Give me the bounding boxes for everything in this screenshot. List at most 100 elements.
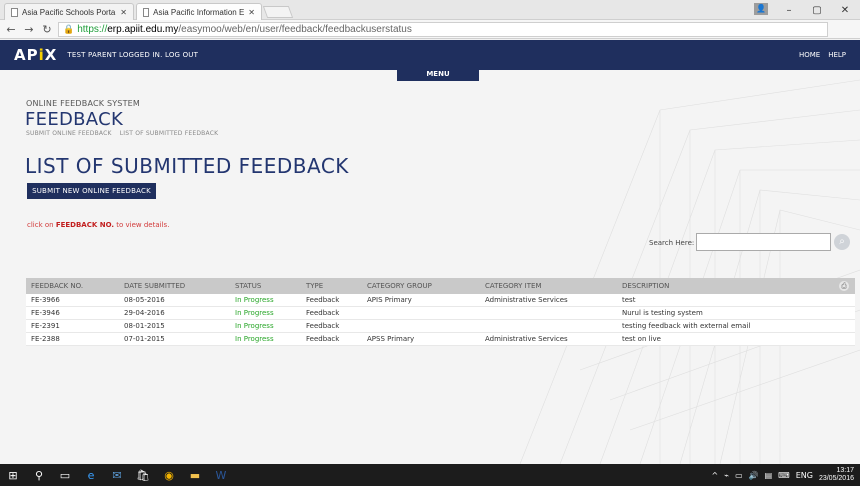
breadcrumb-submit-feedback[interactable]: SUBMIT ONLINE FEEDBACK: [26, 130, 112, 137]
word-icon[interactable]: W: [208, 464, 234, 486]
table-row[interactable]: FE-2391 08-01-2015 In Progress Feedback …: [26, 320, 855, 333]
date-cell: 29-04-2016: [124, 309, 165, 317]
type-cell: Feedback: [306, 309, 340, 317]
outlook-icon[interactable]: ✉: [104, 464, 130, 486]
col-category-item[interactable]: CATEGORY ITEM: [485, 282, 542, 290]
type-cell: Feedback: [306, 335, 340, 343]
status-cell: In Progress: [235, 322, 274, 330]
show-hidden-icons-icon[interactable]: ^: [712, 471, 719, 480]
browser-tab-strip: Asia Pacific Schools Porta ✕ Asia Pacifi…: [0, 0, 860, 20]
list-title: LIST OF SUBMITTED FEEDBACK: [25, 154, 349, 178]
windows-taskbar: ⊞ ⚲ ▭ e ✉ 🛍 ◉ ▬ W ^ ⌁ ▭ 🔊 ▤ ⌨ ENG 13:17 …: [0, 464, 860, 486]
chrome-icon[interactable]: ◉: [156, 464, 182, 486]
feedback-no-link[interactable]: FE-3946: [31, 309, 60, 317]
logout-link[interactable]: LOG OUT: [165, 51, 198, 59]
language-indicator[interactable]: ENG: [796, 471, 813, 480]
table-header: FEEDBACK NO. DATE SUBMITTED STATUS TYPE …: [26, 278, 855, 294]
main-content: ONLINE FEEDBACK SYSTEM FEEDBACK SUBMIT O…: [0, 70, 860, 464]
table-row[interactable]: FE-3946 29-04-2016 In Progress Feedback …: [26, 307, 855, 320]
date-cell: 08-01-2015: [124, 322, 165, 330]
col-status[interactable]: STATUS: [235, 282, 261, 290]
browser-tab-1[interactable]: Asia Pacific Schools Porta ✕: [4, 3, 134, 20]
url-field[interactable]: 🔒 https:// erp.apiit.edu.my /easymoo/web…: [58, 22, 828, 37]
table-row[interactable]: FE-3966 08-05-2016 In Progress Feedback …: [26, 294, 855, 307]
maximize-icon[interactable]: ▢: [806, 0, 828, 20]
help-link[interactable]: HELP: [828, 51, 846, 59]
date-cell: 07-01-2015: [124, 335, 165, 343]
system-label: ONLINE FEEDBACK SYSTEM: [26, 99, 141, 108]
type-cell: Feedback: [306, 296, 340, 304]
user-profile-icon[interactable]: 👤: [754, 3, 768, 15]
col-type[interactable]: TYPE: [306, 282, 323, 290]
browser-tab-2-label: Asia Pacific Information E: [153, 7, 245, 17]
system-tray: ^ ⌁ ▭ 🔊 ▤ ⌨ ENG 13:17 23/05/2016: [712, 464, 860, 486]
url-host: erp.apiit.edu.my: [107, 24, 179, 35]
breadcrumb: SUBMIT ONLINE FEEDBACK LIST OF SUBMITTED…: [26, 130, 224, 137]
browser-tab-2[interactable]: Asia Pacific Information E ✕: [136, 3, 262, 20]
edge-browser-icon[interactable]: e: [78, 464, 104, 486]
forward-icon[interactable]: →: [22, 23, 36, 36]
url-path: /easymoo/web/en/user/feedback/feedbackus…: [178, 24, 412, 35]
new-tab-button[interactable]: [262, 6, 294, 18]
top-links: HOME HELP: [799, 51, 846, 59]
breadcrumb-list-feedback[interactable]: LIST OF SUBMITTED FEEDBACK: [120, 130, 218, 137]
col-category-group[interactable]: CATEGORY GROUP: [367, 282, 432, 290]
search-icon[interactable]: ⚲: [26, 464, 52, 486]
feedback-table: FEEDBACK NO. DATE SUBMITTED STATUS TYPE …: [26, 278, 855, 346]
print-icon[interactable]: ⎙: [839, 281, 849, 291]
type-cell: Feedback: [306, 322, 340, 330]
page-icon: [143, 7, 150, 17]
menu-tab[interactable]: MENU: [397, 69, 479, 81]
search-icon[interactable]: ⌕: [834, 234, 850, 250]
url-scheme: https://: [77, 24, 108, 35]
clock[interactable]: 13:17 23/05/2016: [819, 467, 854, 483]
col-description[interactable]: DESCRIPTION: [622, 282, 669, 290]
lock-icon: 🔒: [63, 24, 75, 34]
browser-tab-1-label: Asia Pacific Schools Porta: [22, 7, 116, 17]
network-icon[interactable]: ⌁: [724, 471, 729, 480]
table-row[interactable]: FE-2388 07-01-2015 In Progress Feedback …: [26, 333, 855, 346]
reload-icon[interactable]: ↻: [40, 23, 54, 36]
close-icon[interactable]: ✕: [248, 8, 255, 17]
search-input[interactable]: [696, 233, 831, 251]
store-icon[interactable]: 🛍: [130, 464, 156, 486]
status-cell: In Progress: [235, 335, 274, 343]
category-item-cell: Administrative Services: [485, 335, 568, 343]
search-label: Search Here:: [649, 239, 695, 247]
file-explorer-icon[interactable]: ▬: [182, 464, 208, 486]
feedback-no-link[interactable]: FE-2388: [31, 335, 60, 343]
category-item-cell: Administrative Services: [485, 296, 568, 304]
hint-text: click on FEEDBACK NO. to view details.: [27, 221, 170, 229]
feedback-no-link[interactable]: FE-2391: [31, 322, 60, 330]
description-cell: test: [622, 296, 636, 304]
col-date-submitted[interactable]: DATE SUBMITTED: [124, 282, 185, 290]
description-cell: testing feedback with external email: [622, 322, 751, 330]
col-feedback-no[interactable]: FEEDBACK NO.: [31, 282, 83, 290]
minimize-icon[interactable]: –: [778, 0, 800, 20]
task-view-icon[interactable]: ▭: [52, 464, 78, 486]
date-cell: 08-05-2016: [124, 296, 165, 304]
address-bar-row: ← → ↻ 🔒 https:// erp.apiit.edu.my /easym…: [0, 20, 860, 56]
keyboard-icon[interactable]: ⌨: [778, 471, 790, 480]
description-cell: Nurul is testing system: [622, 309, 703, 317]
display-icon[interactable]: ▭: [735, 471, 743, 480]
windows-start-icon[interactable]: ⊞: [0, 464, 26, 486]
back-icon[interactable]: ←: [4, 23, 18, 36]
notification-icon[interactable]: ▤: [765, 471, 773, 480]
category-group-cell: APIS Primary: [367, 296, 412, 304]
page-title: FEEDBACK: [25, 109, 124, 130]
status-cell: In Progress: [235, 296, 274, 304]
login-status: TEST PARENT LOGGED IN. LOG OUT: [67, 51, 199, 59]
submit-new-feedback-button[interactable]: SUBMIT NEW ONLINE FEEDBACK: [27, 183, 156, 199]
feedback-no-link[interactable]: FE-3966: [31, 296, 60, 304]
window-close-icon[interactable]: ✕: [834, 0, 856, 20]
page-icon: [11, 7, 18, 17]
category-group-cell: APSS Primary: [367, 335, 415, 343]
close-icon[interactable]: ✕: [120, 8, 127, 17]
building-background-art: [519, 79, 860, 464]
volume-icon[interactable]: 🔊: [749, 471, 759, 480]
description-cell: test on live: [622, 335, 661, 343]
home-link[interactable]: HOME: [799, 51, 820, 59]
apix-logo[interactable]: APiX: [14, 46, 57, 64]
status-cell: In Progress: [235, 309, 274, 317]
